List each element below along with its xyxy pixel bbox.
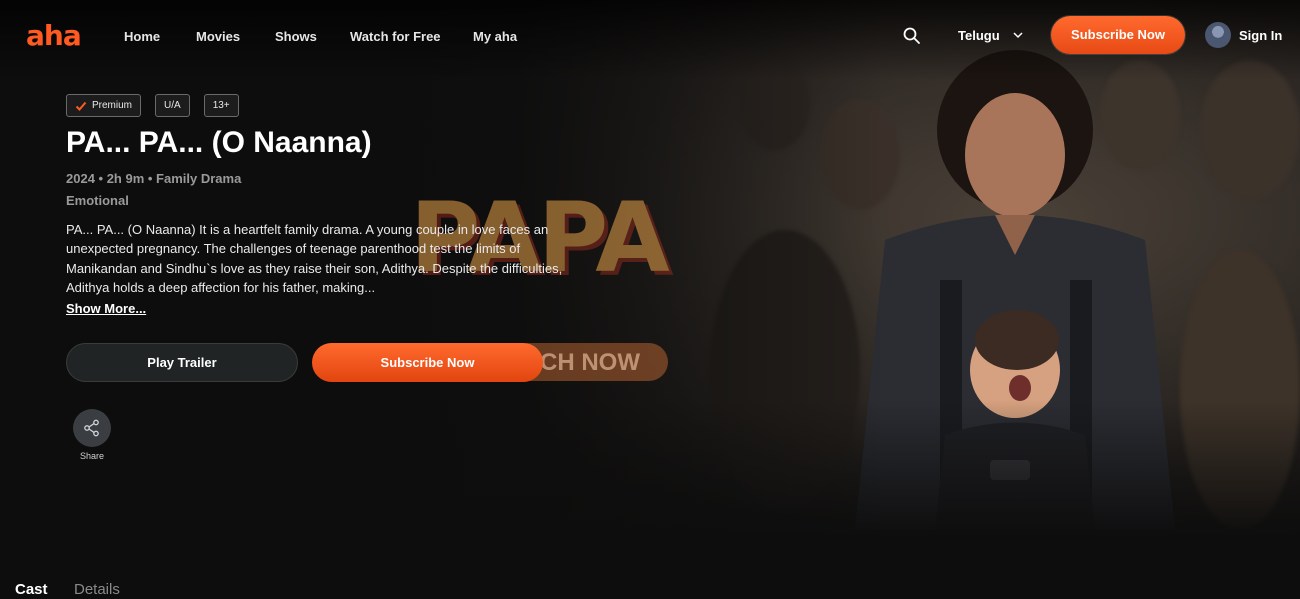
premium-badge: Premium (66, 94, 142, 117)
chevron-down-icon[interactable] (1012, 29, 1024, 41)
share-button[interactable] (73, 409, 111, 447)
share-icon (84, 419, 99, 437)
search-icon[interactable] (902, 26, 922, 46)
sign-in-link[interactable]: Sign In (1239, 28, 1282, 43)
poster-watch-text: CH NOW (540, 349, 640, 376)
rating-badge-label: U/A (164, 100, 181, 111)
show-more-link[interactable]: Show More... (66, 301, 146, 316)
movie-mood: Emotional (66, 193, 129, 208)
nav-watch-for-free[interactable]: Watch for Free (350, 29, 441, 44)
tab-details[interactable]: Details (74, 581, 120, 598)
avatar[interactable] (1205, 22, 1231, 48)
aha-logo[interactable]: aha (26, 19, 82, 52)
age-badge: 13+ (203, 94, 239, 117)
content-tags: Premium U/A 13+ (66, 94, 239, 117)
nav-shows[interactable]: Shows (275, 29, 317, 44)
language-selector[interactable]: Telugu (958, 28, 1000, 43)
premium-badge-label: Premium (92, 100, 133, 111)
hero-bottom-gradient (0, 400, 1300, 540)
top-navbar: aha Home Movies Shows Watch for Free My … (0, 0, 1300, 70)
age-badge-label: 13+ (212, 100, 230, 111)
subscribe-now-button[interactable]: Subscribe Now (312, 343, 543, 382)
movie-description: PA... PA... (O Naanna) It is a heartfelt… (66, 222, 563, 295)
rating-badge: U/A (155, 94, 190, 117)
play-trailer-button[interactable]: Play Trailer (66, 343, 298, 382)
movie-meta: 2024 • 2h 9m • Family Drama (66, 171, 242, 186)
nav-my-aha[interactable]: My aha (473, 29, 517, 44)
subscribe-now-nav-button[interactable]: Subscribe Now (1051, 16, 1185, 54)
nav-home[interactable]: Home (124, 29, 160, 44)
share-label: Share (80, 451, 105, 461)
check-icon (75, 101, 87, 111)
tab-cast[interactable]: Cast (15, 581, 48, 598)
page-title: PA... PA... (O Naanna) (66, 126, 372, 159)
nav-movies[interactable]: Movies (196, 29, 240, 44)
